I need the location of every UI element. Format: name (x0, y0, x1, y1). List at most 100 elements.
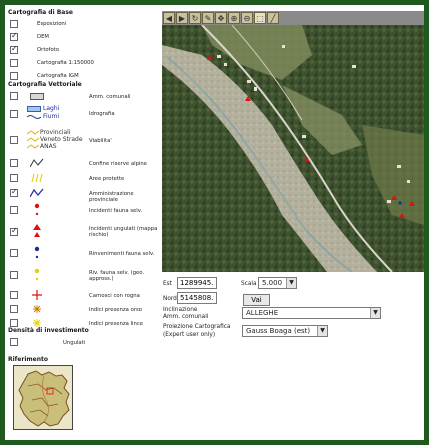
checkbox-incidenti-ungulati[interactable] (10, 226, 18, 236)
layer-label: Incidenti ungulati (mappa rischio) (89, 226, 158, 238)
chamois-cross-icon (28, 289, 46, 301)
scale-label: Scala (241, 281, 257, 287)
layer-label: Cartografia 1:150000 (37, 60, 94, 66)
layer-row-cartografia-150000: Cartografia 1:150000 (7, 57, 160, 71)
provincial-admin-icon (28, 187, 46, 199)
layer-row-carnosci: Carnosci con rogna (7, 288, 160, 302)
zoom-in-icon[interactable]: ⊕ (228, 12, 240, 24)
est-input[interactable] (177, 277, 217, 289)
layer-label: Esposizioni (37, 21, 67, 27)
checkbox-cartografia-igm[interactable] (10, 72, 18, 80)
move-icon[interactable]: ✥ (215, 12, 227, 24)
layer-label: Confine riserve alpine (89, 161, 148, 167)
zoom-out-icon[interactable]: ⊖ (241, 12, 253, 24)
app-panel: Cartografia di Base Esposizioni DEM Orto… (5, 5, 424, 440)
checkbox-cartografia-150000[interactable] (10, 59, 18, 67)
layer-label: Indici presenza lince (89, 321, 144, 327)
alpine-border-icon (28, 157, 46, 169)
layer-label: Aree protette (89, 176, 125, 182)
section-vector-title: Cartografia Vettoriale (8, 81, 82, 88)
est-label: Est (163, 281, 172, 287)
layer-row-ungulati-density: Ungulati (7, 335, 160, 349)
checkbox-ortofoto[interactable] (10, 44, 18, 54)
layer-row-amm-comunali: Amm. comunali (7, 89, 160, 103)
checkbox-indici-orso[interactable] (10, 305, 18, 313)
projection-label-2: (Expert user only) (163, 332, 216, 338)
select-icon[interactable]: ⬚ (254, 12, 266, 24)
layer-label: Idrografia (89, 111, 115, 117)
layer-label: Amm. comunali (89, 94, 131, 100)
pan-left-icon[interactable]: ◀ (163, 12, 175, 24)
layer-label: Ungulati (63, 340, 86, 346)
layer-row-idrografia: Laghi Fiumi Idrografia (7, 105, 160, 123)
chevron-down-icon: ▼ (317, 326, 327, 336)
layer-row-ortofoto: Ortofoto (7, 44, 160, 58)
wildlife-finding-icon (28, 246, 46, 259)
layer-label: Indici presenza orso (89, 307, 143, 313)
layer-row-esposizioni: Esposizioni (7, 18, 160, 32)
checkbox-idrografia[interactable] (10, 110, 18, 118)
scale-select[interactable]: 5.000 ▼ (258, 277, 297, 289)
layer-row-indici-orso: Indici presenza orso (7, 302, 160, 316)
projection-select[interactable]: Gauss Boaga (est) ▼ (242, 325, 328, 337)
layer-row-amministrazione-provinciale: Amministrazione provinciale (7, 186, 160, 203)
admin-box-icon (28, 90, 46, 102)
checkbox-amministrazione-provinciale[interactable] (10, 187, 18, 197)
pencil-icon[interactable]: ✎ (202, 12, 214, 24)
layer-row-incidenti-ungulati: Incidenti ungulati (mappa rischio) (7, 223, 160, 241)
checkbox-carnosci[interactable] (10, 291, 18, 299)
chevron-down-icon: ▼ (286, 278, 296, 288)
bear-index-icon (28, 303, 46, 315)
page-frame: Cartografia di Base Esposizioni DEM Orto… (0, 0, 429, 445)
municipality-label-1: Inclinazione (163, 307, 198, 313)
wildlife-incident-icon (28, 203, 46, 216)
refresh-icon[interactable]: ↻ (189, 12, 201, 24)
nord-label: Nord (163, 296, 177, 302)
roads-legend-icon: Provinciali Veneto Strade ANAS (27, 129, 89, 153)
section-base-title: Cartografia di Base (8, 9, 73, 16)
measure-icon[interactable]: ╱ (267, 12, 279, 24)
layer-row-rinvenimenti: Rinvenimenti fauna selv. (7, 245, 160, 263)
map-toolbar: ◀ ▶ ↻ ✎ ✥ ⊕ ⊖ ⬚ ╱ (162, 11, 424, 25)
pan-right-icon[interactable]: ▶ (176, 12, 188, 24)
checkbox-esposizioni[interactable] (10, 20, 18, 28)
lakes-rivers-legend-icon: Laghi Fiumi (27, 105, 77, 123)
layer-label: Rinvenimenti fauna selv. (89, 251, 155, 257)
checkbox-viabilita[interactable] (10, 136, 18, 144)
layer-row-viabilita: Provinciali Veneto Strade ANAS Viabilita… (7, 129, 160, 153)
layer-row-confine-riserve: Confine riserve alpine (7, 156, 160, 170)
layer-row-incidenti-fauna: Incidenti fauna selv. (7, 202, 160, 220)
checkbox-dem[interactable] (10, 31, 18, 41)
layer-label: Riv. fauna selv. (geo. appross.) (89, 270, 145, 282)
projection-label-1: Proiezione Cartografica (163, 324, 231, 330)
orthophoto-map[interactable] (162, 25, 424, 272)
layer-label: Carnosci con rogna (89, 293, 140, 299)
layer-row-aree-protette: Aree protette (7, 171, 160, 185)
layer-label: DEM (37, 34, 49, 40)
layer-row-riv-fauna-approx: Riv. fauna selv. (geo. appross.) (7, 267, 160, 285)
chevron-down-icon: ▼ (370, 308, 380, 318)
approx-finding-icon (28, 268, 46, 281)
go-button[interactable]: Vai (243, 294, 270, 306)
layer-label: Ortofoto (37, 47, 60, 53)
ungulate-incident-icon (28, 224, 46, 237)
layer-label: Viabilita' (89, 138, 112, 144)
checkbox-riv-fauna-approx[interactable] (10, 271, 18, 279)
municipality-select[interactable]: ALLEGHE ▼ (242, 307, 381, 319)
protected-area-icon (28, 172, 46, 184)
nord-input[interactable] (177, 292, 217, 304)
checkbox-rinvenimenti[interactable] (10, 249, 18, 257)
reference-overview-map[interactable] (13, 365, 73, 430)
checkbox-amm-comunali[interactable] (10, 92, 18, 100)
layer-label: Cartografia IGM (37, 73, 79, 79)
section-reference-title: Riferimento (8, 356, 48, 363)
checkbox-incidenti-fauna[interactable] (10, 206, 18, 214)
municipality-label-2: Amm. comunali (163, 314, 209, 320)
checkbox-ungulati-density[interactable] (10, 338, 18, 346)
checkbox-confine-riserve[interactable] (10, 159, 18, 167)
layer-label: Incidenti fauna selv. (89, 208, 143, 214)
checkbox-indici-lince[interactable] (10, 319, 18, 327)
checkbox-aree-protette[interactable] (10, 174, 18, 182)
section-density-title: Densità di investimento (8, 327, 89, 334)
layer-row-dem: DEM (7, 31, 160, 45)
